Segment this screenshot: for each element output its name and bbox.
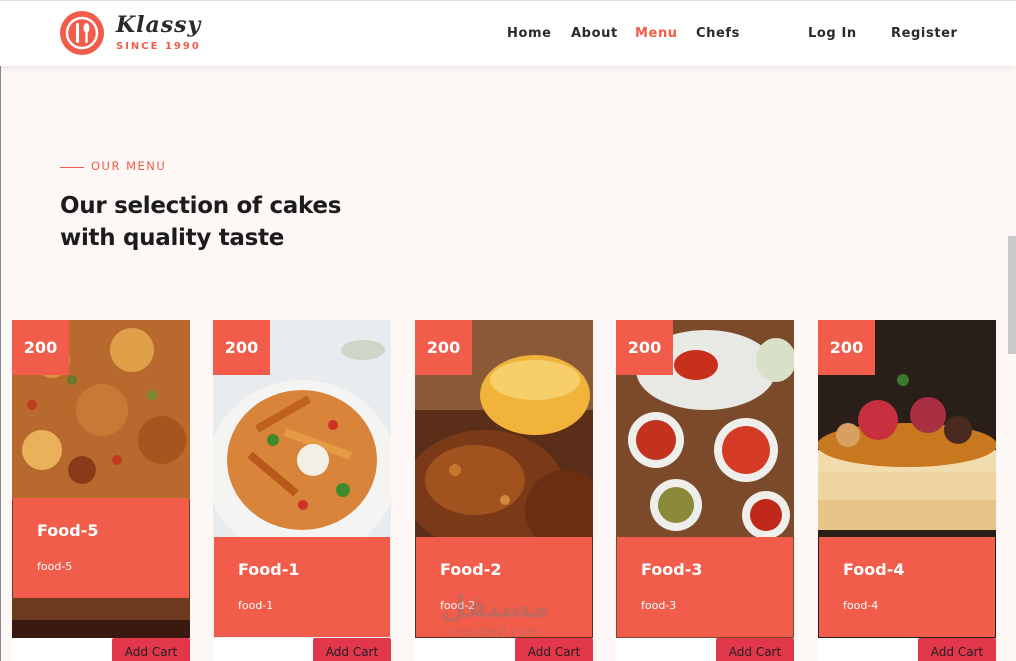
card-subtitle: food-5 [37, 560, 73, 573]
nav-register[interactable]: Register [891, 26, 958, 41]
add-cart-button[interactable]: Add Cart [918, 638, 996, 661]
card-title: Food-2 [440, 560, 502, 579]
card-footer: Add Cart [616, 638, 794, 661]
card-subtitle: food-4 [843, 599, 879, 612]
nav-chefs[interactable]: Chefs [696, 26, 740, 41]
price-badge: 200 [12, 320, 69, 375]
menu-card[interactable]: 200 Food-4 food-4 Add Cart [818, 320, 996, 661]
heading-line-1: Our selection of cakes [60, 193, 342, 219]
window-edge [0, 0, 1, 661]
nav-home[interactable]: Home [507, 26, 552, 41]
add-cart-button[interactable]: Add Cart [716, 638, 794, 661]
nav-login[interactable]: Log In [808, 26, 857, 41]
scrollbar-thumb[interactable] [1008, 236, 1016, 354]
heading-line-2: with quality taste [60, 225, 285, 251]
brand-since: SINCE 1990 [116, 41, 201, 52]
site-header: Klassy SINCE 1990 Home About Menu Chefs … [0, 0, 1016, 66]
price-badge: 200 [818, 320, 875, 375]
nav-about[interactable]: About [571, 26, 618, 41]
watermark-text: مستقل [440, 590, 550, 625]
card-subtitle: food-3 [641, 599, 677, 612]
price-badge: 200 [213, 320, 270, 375]
menu-card[interactable]: 200 Food-1 food-1 Add Cart [213, 320, 391, 661]
card-footer: Add Cart [415, 638, 593, 661]
card-title: Food-1 [238, 560, 300, 579]
price-badge: 200 [616, 320, 673, 375]
price-badge: 200 [415, 320, 472, 375]
card-title: Food-3 [641, 560, 703, 579]
add-cart-button[interactable]: Add Cart [112, 638, 190, 661]
watermark-subtext: mostaql.com [450, 624, 541, 640]
fork-spoon-icon [60, 11, 104, 55]
card-info: Food-1 food-1 [214, 537, 390, 637]
nav-menu[interactable]: Menu [635, 26, 678, 41]
card-info: Food-3 food-3 [617, 537, 793, 637]
add-cart-button[interactable]: Add Cart [515, 638, 593, 661]
brand-logo[interactable]: Klassy SINCE 1990 [60, 11, 210, 57]
section-heading: Our selection of cakes with quality tast… [60, 190, 380, 254]
card-info: Food-5 food-5 [13, 498, 189, 598]
menu-card[interactable]: 200 Food-5 food-5 Add Cart [12, 320, 190, 661]
card-title: Food-4 [843, 560, 905, 579]
card-footer: Add Cart [213, 638, 391, 661]
eyebrow-line [60, 167, 84, 168]
card-title: Food-5 [37, 521, 99, 540]
card-info: Food-4 food-4 [819, 537, 995, 637]
card-footer: Add Cart [818, 638, 996, 661]
eyebrow-text: OUR MENU [91, 159, 167, 173]
menu-card[interactable]: 200 Food-3 food-3 Add Cart [616, 320, 794, 661]
brand-name: Klassy [116, 12, 202, 38]
card-subtitle: food-1 [238, 599, 274, 612]
add-cart-button[interactable]: Add Cart [313, 638, 391, 661]
card-footer: Add Cart [12, 638, 190, 661]
